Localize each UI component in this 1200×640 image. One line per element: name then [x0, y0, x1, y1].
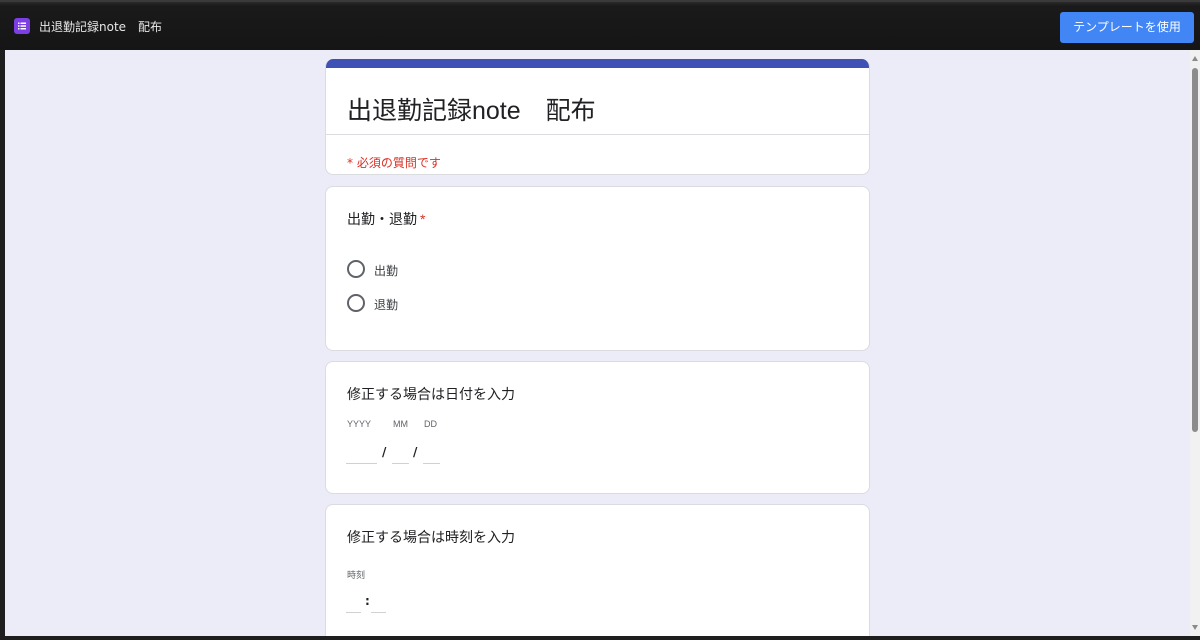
day-input[interactable] — [423, 444, 440, 464]
form-accent-bar — [326, 59, 869, 68]
required-star: * — [420, 211, 426, 227]
form-viewport: 出退勤記録note 配布 * 必須の質問です 出勤・退勤 * 出勤 退勤 修正する… — [5, 50, 1190, 636]
scroll-down-arrow-icon[interactable] — [1192, 625, 1198, 630]
month-input[interactable] — [392, 444, 409, 464]
year-input[interactable] — [346, 444, 377, 464]
question-attendance: 出勤・退勤 * 出勤 退勤 — [325, 186, 870, 351]
scrollbar-thumb[interactable] — [1192, 68, 1198, 432]
question-title: 修正する場合は時刻を入力 — [347, 529, 515, 545]
question-date: 修正する場合は日付を入力 YYYY MM DD / / — [325, 361, 870, 494]
header-divider — [326, 134, 869, 135]
form-header-card: 出退勤記録note 配布 * 必須の質問です — [325, 59, 870, 175]
year-label: YYYY — [347, 419, 372, 429]
month-label: MM — [393, 419, 408, 429]
question-time: 修正する場合は時刻を入力 時刻 : — [325, 504, 870, 636]
form-title: 出退勤記録note 配布 — [347, 97, 596, 125]
window-bottom-edge — [0, 636, 1200, 640]
radio-circle-icon[interactable] — [347, 294, 365, 312]
date-separator: / — [382, 445, 387, 459]
question-title: 出勤・退勤 * — [347, 209, 425, 229]
time-label: 時刻 — [347, 570, 366, 580]
question-title: 修正する場合は日付を入力 — [347, 386, 515, 402]
minute-input[interactable] — [371, 593, 386, 613]
radio-circle-icon[interactable] — [347, 260, 365, 278]
use-template-button[interactable]: テンプレートを使用 — [1060, 12, 1194, 43]
app-title: 出退勤記録note 配布 — [39, 20, 163, 34]
hour-input[interactable] — [346, 593, 361, 613]
vertical-scrollbar[interactable] — [1190, 50, 1200, 636]
day-label: DD — [424, 419, 437, 429]
top-bar: 出退勤記録note 配布 テンプレートを使用 — [0, 0, 1200, 50]
date-separator: / — [413, 445, 418, 459]
forms-list-icon — [14, 18, 30, 34]
question-title-text: 出勤・退勤 — [347, 211, 417, 227]
scroll-up-arrow-icon[interactable] — [1192, 56, 1198, 61]
radio-option-label: 出勤 — [374, 264, 399, 278]
required-note: * 必須の質問です — [347, 156, 441, 170]
radio-option-label: 退勤 — [374, 298, 399, 312]
time-separator: : — [365, 594, 370, 608]
